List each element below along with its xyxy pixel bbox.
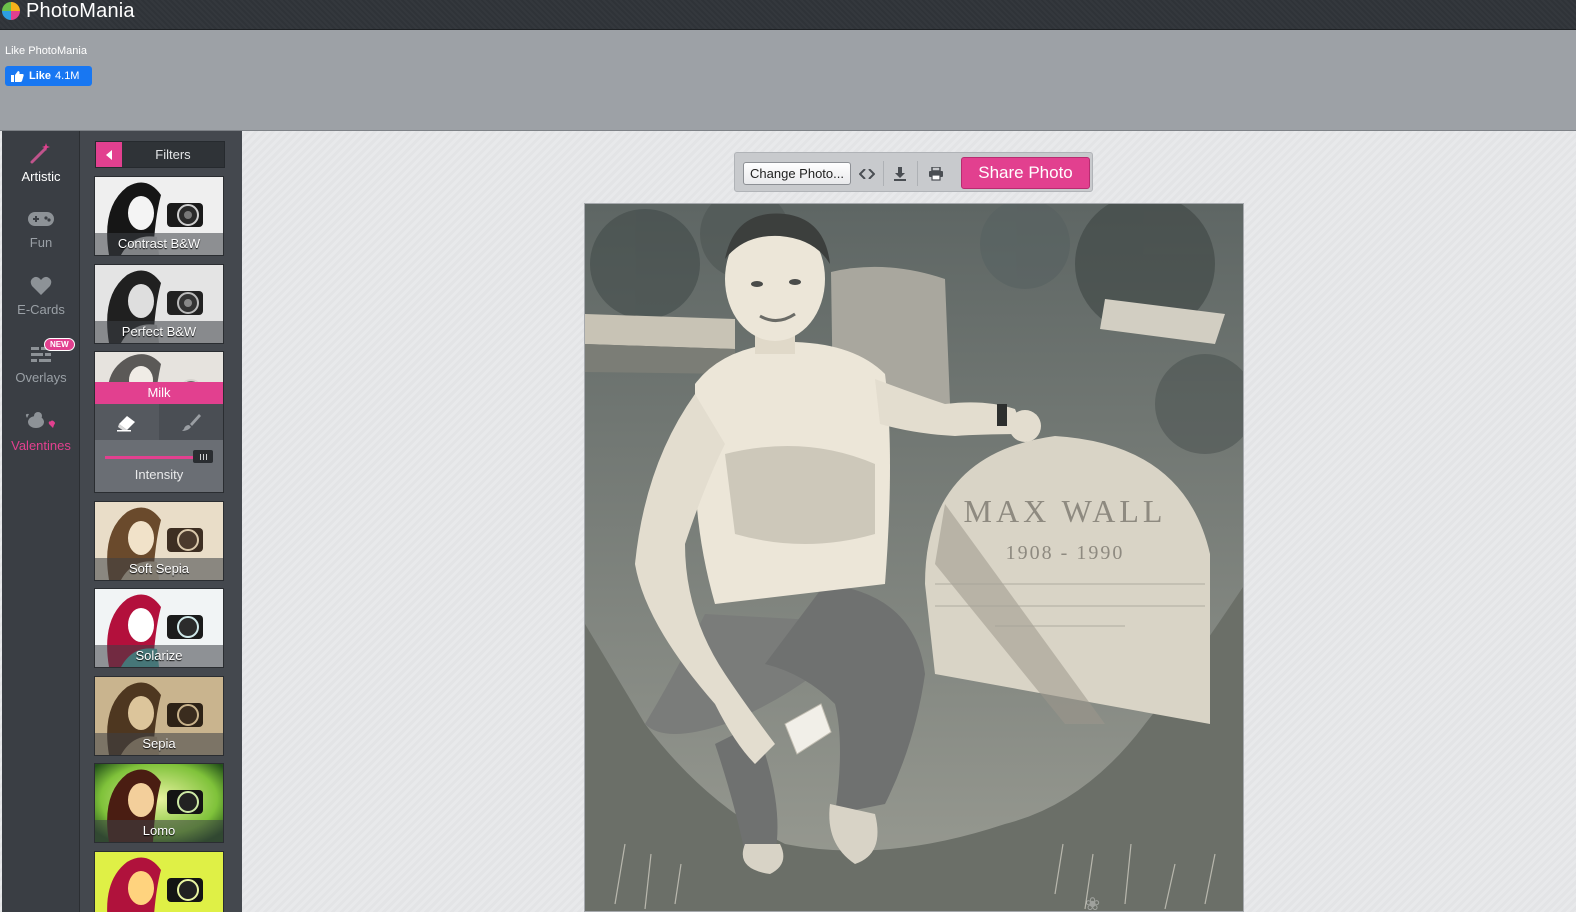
magic-wand-icon [2,139,80,167]
filter-contrast-bw[interactable]: Contrast B&W [94,176,224,256]
photo-toolbar: Change Photo... Share Photo [734,152,1093,192]
filter-perfect-bw[interactable]: Perfect B&W [94,264,224,344]
rail-item-fun[interactable]: Fun [2,205,80,250]
rail-label: Fun [29,235,53,250]
change-photo-button[interactable]: Change Photo... [743,162,851,185]
compare-button[interactable] [854,162,880,185]
like-title: Like PhotoMania [5,45,87,57]
filter-next-partial[interactable] [94,851,224,912]
edited-photo[interactable]: MAX WALL 1908 - 1990 ❀ [584,203,1244,912]
facebook-like-button[interactable]: Like 4.1M [5,66,92,86]
filter-preview [95,852,223,912]
gamepad-icon [2,205,80,233]
stone-name: MAX WALL [964,493,1167,529]
filters-title: Filters [155,147,191,162]
rail-item-overlays[interactable]: NEW Overlays [2,338,80,385]
intensity-slider-handle[interactable] [193,450,213,463]
filter-solarize[interactable]: Solarize [94,588,224,668]
filters-panel: Filters Contrast B&W Perfect B&W Milk In… [80,131,242,912]
eraser-icon [117,416,135,432]
rail-item-valentines[interactable]: Valentines [2,408,80,453]
filters-header: Filters [95,141,225,168]
filter-milk-selected[interactable]: Milk Intensity [94,351,224,493]
filter-sepia[interactable]: Sepia [94,676,224,756]
like-label: Like [29,70,52,82]
intensity-slider-track[interactable] [105,456,205,459]
download-button[interactable] [887,162,913,185]
filter-label: Perfect B&W [95,321,223,343]
toolbar-divider [917,161,918,186]
printer-icon [929,166,943,181]
filter-label: Lomo [95,820,223,842]
logo[interactable]: PhotoMania [0,0,135,22]
editor-area: Artistic Fun E-Cards NEW Overlays Valent… [0,131,1576,912]
stone-years: 1908 - 1990 [1006,542,1125,564]
thumbs-up-icon [11,70,24,82]
rail-label: E-Cards [17,302,65,317]
heart-icon [2,272,80,300]
rail-label: Artistic [21,169,61,184]
rail-label: Overlays [15,370,67,385]
filter-label: Sepia [95,733,223,755]
rail-label: Valentines [11,438,71,453]
eraser-tool[interactable] [95,404,159,440]
back-button[interactable] [96,142,122,167]
filter-preview: Milk [95,352,223,404]
photo-canvas: MAX WALL 1908 - 1990 ❀ [585,204,1243,912]
filter-label: Contrast B&W [95,233,223,255]
app-title: PhotoMania [26,0,135,22]
pinwheel-logo-icon [0,0,22,22]
toolbar-divider [883,161,884,186]
social-bar: Like PhotoMania Like 4.1M [0,30,1576,131]
brush-tool[interactable] [159,404,223,440]
filter-soft-sepia[interactable]: Soft Sepia [94,501,224,581]
compare-arrows-icon [859,168,875,179]
share-photo-button[interactable]: Share Photo [961,157,1090,189]
new-badge: NEW [44,338,75,351]
intensity-label: Intensity [134,467,184,482]
rail-item-ecards[interactable]: E-Cards [2,272,80,317]
like-count: 4.1M [55,70,80,82]
top-bar: PhotoMania [0,0,1576,30]
filter-label: Soft Sepia [95,558,223,580]
filter-label: Solarize [95,645,223,667]
brush-icon [182,414,201,431]
download-icon [894,166,906,181]
filter-label: Milk [95,382,223,404]
category-rail: Artistic Fun E-Cards NEW Overlays Valent… [2,131,80,912]
filter-brush-tools [95,404,223,440]
rail-item-artistic[interactable]: Artistic [2,139,80,184]
cupid-icon [2,408,80,436]
watermark: ❀ [1085,894,1100,912]
print-button[interactable] [923,162,949,185]
caret-left-icon [106,149,112,160]
filter-lomo[interactable]: Lomo [94,763,224,843]
